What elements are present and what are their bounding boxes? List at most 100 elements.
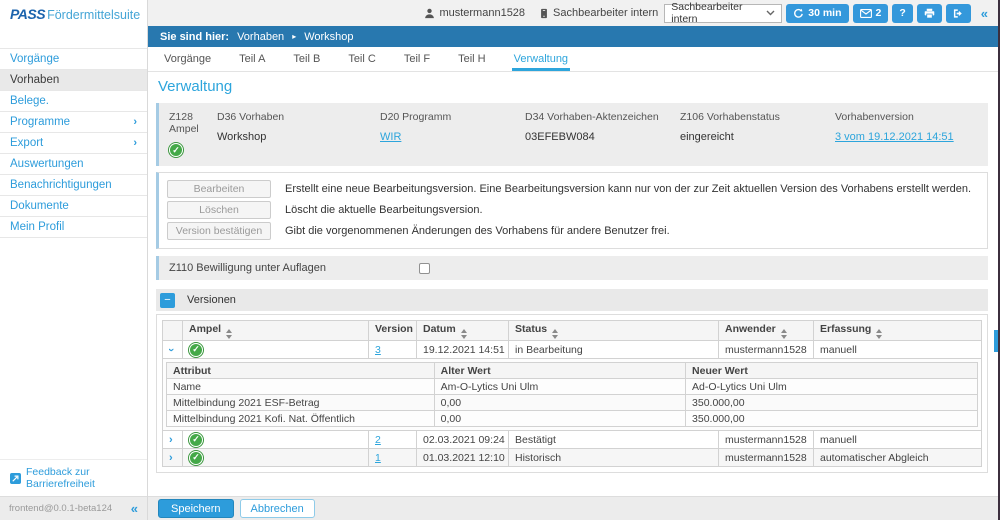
sidebar-item-vorgaenge[interactable]: Vorgänge (0, 48, 147, 69)
field-vorhabenstatus: Z106 Vorhabenstatus eingereicht (680, 111, 780, 143)
sidebar-collapse-icon[interactable]: « (131, 501, 138, 516)
session-timer-button[interactable]: 30 min (786, 3, 849, 23)
status-ok-icon: ✓ (189, 432, 203, 447)
change-row-kofi: Mittelbindung 2021 Kofi. Nat. Öffentlich… (166, 410, 978, 427)
tab-verwaltung[interactable]: Verwaltung (511, 48, 571, 71)
sidebar-item-auswertungen[interactable]: Auswertungen (0, 153, 147, 174)
version-row-1: › ✓ 1 01.03.2021 12:10 Historisch muster… (162, 448, 982, 467)
expand-row-icon[interactable]: › (169, 434, 173, 446)
logout-button[interactable] (945, 3, 971, 23)
sort-icon[interactable] (876, 328, 883, 339)
sidebar-item-programme[interactable]: Programme › (0, 111, 147, 132)
field-vorhabenversion: Vorhabenversion 3 vom 19.12.2021 14:51 (835, 111, 954, 143)
programm-link[interactable]: WIR (380, 131, 401, 143)
page-title: Verwaltung (158, 78, 233, 95)
breadcrumb-item-vorhaben[interactable]: Vorhaben (237, 31, 284, 43)
versions-section-title: Versionen (187, 294, 236, 306)
build-version-bar: frontend@0.0.1-beta124 « (0, 496, 147, 520)
version-number-link[interactable]: 1 (375, 452, 381, 464)
column-header-attribut: Attribut (166, 362, 435, 379)
version-number-link[interactable]: 3 (375, 344, 381, 356)
versions-header-row: Ampel Version Datum Status Anwender Erfa… (162, 320, 982, 341)
messages-button[interactable]: 2 (852, 3, 889, 23)
field-programm: D20 Programm WIR (380, 111, 452, 143)
question-icon: ? (899, 7, 906, 19)
status-ok-icon: ✓ (189, 342, 203, 357)
column-header-ampel[interactable]: Ampel (182, 320, 369, 341)
status-ok-icon: ✓ (189, 450, 203, 465)
column-header-anwender[interactable]: Anwender (718, 320, 814, 341)
printer-icon (924, 8, 935, 19)
loeschen-button[interactable]: Löschen (167, 201, 271, 219)
change-row-name: Name Am-O-Lytics Uni Ulm Ad-O-Lytics Uni… (166, 378, 978, 395)
expand-column-header (162, 320, 183, 341)
print-button[interactable] (916, 3, 942, 23)
save-button[interactable]: Speichern (158, 499, 234, 518)
expand-row-icon[interactable]: › (169, 452, 173, 464)
sort-icon[interactable] (226, 328, 233, 339)
collapse-section-button[interactable]: − (160, 292, 175, 308)
sidebar-item-mein-profil[interactable]: Mein Profil (0, 216, 147, 237)
breadcrumb-arrow-icon: ▸ (292, 31, 297, 41)
feedback-link[interactable]: Feedback zur Barrierefreiheit (0, 459, 147, 496)
help-button[interactable]: ? (892, 3, 913, 23)
tab-bar: Vorgänge Teil A Teil B Teil C Teil F Tei… (148, 47, 1000, 72)
role-select-value: Sachbearbeiter intern (671, 1, 743, 25)
column-header-erfassung[interactable]: Erfassung (813, 320, 982, 341)
column-header-version[interactable]: Version (368, 320, 417, 341)
sidebar-item-export[interactable]: Export › (0, 132, 147, 153)
version-row-3: › ✓ 3 19.12.2021 14:51 in Bearbeitung mu… (162, 340, 982, 359)
feedback-icon (10, 472, 21, 484)
footer-action-bar: Speichern Abbrechen (148, 496, 1000, 520)
field-aktenzeichen: D34 Vorhaben-Aktenzeichen 03EFEBW084 (525, 111, 659, 143)
role-select[interactable]: Sachbearbeiter intern (664, 1, 783, 25)
versions-table: Ampel Version Datum Status Anwender Erfa… (162, 320, 982, 467)
brand-suffix: Fördermittelsuite (47, 8, 141, 22)
build-version: frontend@0.0.1-beta124 (9, 503, 113, 514)
sort-icon[interactable] (552, 328, 559, 339)
role-label: Sachbearbeiter intern (553, 7, 659, 19)
tab-teil-b[interactable]: Teil B (291, 48, 322, 71)
approval-checkbox[interactable] (419, 262, 430, 274)
tab-teil-a[interactable]: Teil A (237, 48, 267, 71)
tab-teil-f[interactable]: Teil F (402, 48, 432, 71)
changes-header-row: Attribut Alter Wert Neuer Wert (166, 362, 978, 379)
logout-icon (953, 8, 964, 19)
sidebar-item-dokumente[interactable]: Dokumente (0, 195, 147, 216)
sort-icon[interactable] (780, 328, 787, 339)
cancel-button[interactable]: Abbrechen (239, 499, 315, 518)
version-link[interactable]: 3 vom 19.12.2021 14:51 (835, 131, 954, 143)
breadcrumb-item-workshop[interactable]: Workshop (304, 31, 353, 43)
version-detail-row: Attribut Alter Wert Neuer Wert Name Am-O… (162, 358, 982, 431)
sidebar-item-belege[interactable]: Belege. (0, 90, 147, 111)
sidebar-item-benachrichtigungen[interactable]: Benachrichtigungen (0, 174, 147, 195)
tab-teil-c[interactable]: Teil C (346, 48, 378, 71)
main-area: mustermann1528 Sachbearbeiter intern Sac… (148, 0, 1000, 520)
approval-row: Z110 Bewilligung unter Auflagen (156, 256, 988, 280)
tab-vorgaenge[interactable]: Vorgänge (162, 48, 213, 71)
collapse-row-icon[interactable]: › (165, 348, 177, 352)
sort-icon[interactable] (460, 328, 467, 339)
action-row: Löschen Löscht die aktuelle Bearbeitungs… (167, 201, 977, 219)
username: mustermann1528 (439, 7, 526, 19)
column-header-datum[interactable]: Datum (416, 320, 509, 341)
content: Verwaltung Z128 Ampel ✓ D36 Vorhaben Wor… (148, 72, 1000, 496)
topbar-collapse-icon[interactable]: « (981, 6, 988, 21)
bearbeiten-button[interactable]: Bearbeiten (167, 180, 271, 198)
sidebar-item-vorhaben[interactable]: Vorhaben (0, 69, 147, 90)
column-header-status[interactable]: Status (508, 320, 719, 341)
versions-section-header: − Versionen (156, 289, 988, 311)
version-bestaetigen-button[interactable]: Version bestätigen (167, 222, 271, 240)
versions-panel: Ampel Version Datum Status Anwender Erfa… (156, 314, 988, 473)
chevron-down-icon (766, 10, 775, 16)
breadcrumb-prefix: Sie sind hier: (160, 30, 230, 43)
tab-teil-h[interactable]: Teil H (456, 48, 488, 71)
approval-label: Z110 Bewilligung unter Auflagen (169, 262, 326, 274)
change-row-esf-betrag: Mittelbindung 2021 ESF-Betrag 0,00 350.0… (166, 394, 978, 411)
version-number-link[interactable]: 2 (375, 434, 381, 446)
field-vorhaben: D36 Vorhaben Workshop (217, 111, 285, 143)
action-row: Bearbeiten Erstellt eine neue Bearbeitun… (167, 180, 977, 198)
app-logo[interactable]: PASS Fördermittelsuite (0, 0, 147, 26)
sidebar-nav: Vorgänge Vorhaben Belege. Programme › Exp… (0, 48, 147, 238)
vertical-scrollbar-thumb[interactable] (994, 330, 998, 352)
